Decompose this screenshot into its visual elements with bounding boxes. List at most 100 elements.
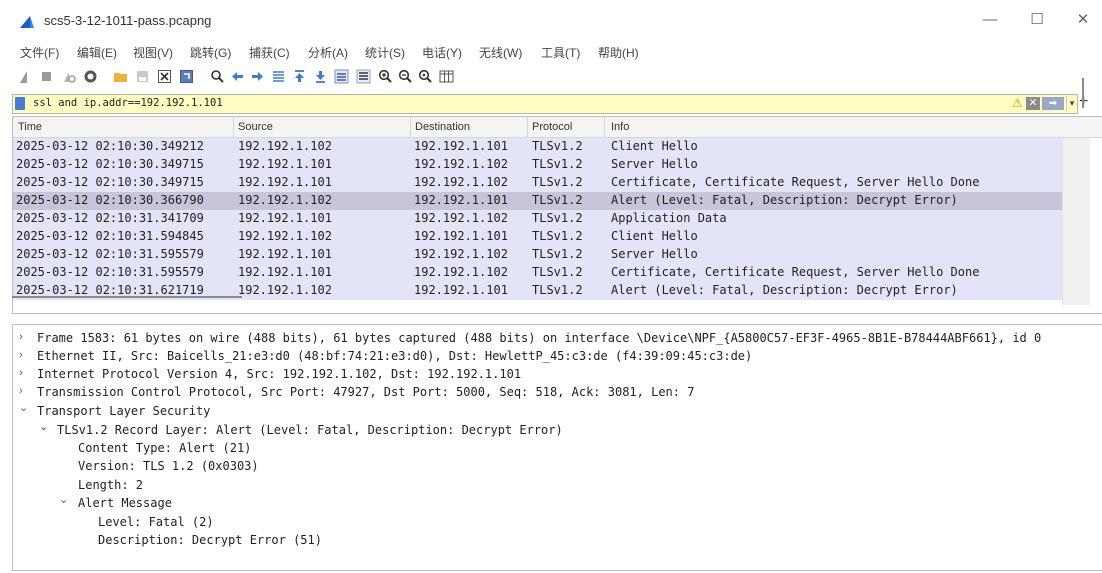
apply-filter-button[interactable]: ➡ (1042, 97, 1064, 110)
colorize-icon[interactable] (356, 69, 371, 84)
maximize-button[interactable]: ☐ (1023, 9, 1051, 31)
menu-capture[interactable]: 捕获(C) (249, 44, 290, 61)
packet-source: 192.192.1.101 (238, 247, 332, 261)
menu-analyze[interactable]: 分析(A) (308, 44, 348, 61)
tree-item-version[interactable]: Version: TLS 1.2 (0x0303) (78, 459, 259, 473)
packet-source: 192.192.1.101 (238, 211, 332, 225)
close-file-icon[interactable] (157, 69, 172, 84)
minimize-button[interactable]: — (976, 9, 1004, 31)
packet-row[interactable]: 2025-03-12 02:10:31.594845 192.192.1.102… (13, 228, 1062, 246)
expand-arrow-icon[interactable]: › (19, 349, 23, 361)
tree-item-ethernet[interactable]: Ethernet II, Src: Baicells_21:e3:d0 (48:… (37, 349, 752, 363)
last-packet-icon[interactable] (313, 69, 328, 84)
collapse-arrow-icon[interactable]: ⌄ (59, 493, 68, 506)
column-header-source[interactable]: Source (238, 121, 273, 133)
packet-destination: 192.192.1.102 (414, 175, 508, 189)
tree-item-tls[interactable]: Transport Layer Security (37, 404, 210, 418)
menu-telephony[interactable]: 电话(Y) (422, 44, 462, 61)
tree-item-tcp[interactable]: Transmission Control Protocol, Src Port:… (37, 385, 694, 399)
packet-source: 192.192.1.102 (238, 193, 332, 207)
tree-item-record-layer[interactable]: TLSv1.2 Record Layer: Alert (Level: Fata… (57, 423, 563, 437)
go-to-packet-icon[interactable] (271, 69, 286, 84)
menu-edit[interactable]: 编辑(E) (77, 44, 117, 61)
main-toolbar (0, 64, 1102, 90)
column-header-destination[interactable]: Destination (415, 121, 470, 133)
packet-source: 192.192.1.101 (238, 265, 332, 279)
tree-item-alert-message[interactable]: Alert Message (78, 496, 172, 510)
collapse-arrow-icon[interactable]: ⌄ (39, 420, 48, 433)
packet-list-header: Time Source Destination Protocol Info (13, 117, 1102, 138)
packet-protocol: TLSv1.2 (532, 229, 583, 243)
expand-arrow-icon[interactable]: › (19, 331, 23, 343)
packet-destination: 192.192.1.102 (414, 265, 508, 279)
zoom-in-icon[interactable] (378, 69, 393, 84)
first-packet-icon[interactable] (292, 69, 307, 84)
packet-protocol: TLSv1.2 (532, 265, 583, 279)
filter-history-dropdown[interactable]: ▾ (1066, 96, 1077, 111)
menu-bar: 文件(F) 编辑(E) 视图(V) 跳转(G) 捕获(C) 分析(A) 统计(S… (0, 40, 1102, 64)
tree-item-alert-level[interactable]: Level: Fatal (2) (98, 515, 214, 529)
packet-list-vertical-scrollbar[interactable] (1062, 138, 1090, 305)
resize-columns-icon[interactable] (439, 69, 454, 84)
menu-statistics[interactable]: 统计(S) (365, 44, 405, 61)
packet-source: 192.192.1.101 (238, 157, 332, 171)
restart-capture-icon[interactable] (61, 69, 76, 84)
packet-info: Alert (Level: Fatal, Description: Decryp… (611, 283, 958, 297)
packet-list-scroll-thumb[interactable] (1082, 78, 1084, 108)
menu-tools[interactable]: 工具(T) (541, 44, 580, 61)
clear-filter-button[interactable]: ✕ (1026, 97, 1040, 110)
packet-row[interactable]: 2025-03-12 02:10:31.341709 192.192.1.101… (13, 210, 1062, 228)
packet-destination: 192.192.1.101 (414, 229, 508, 243)
packet-protocol: TLSv1.2 (532, 175, 583, 189)
expand-arrow-icon[interactable]: › (19, 385, 23, 397)
packet-time: 2025-03-12 02:10:30.349715 (16, 175, 204, 189)
packet-row-selected[interactable]: 2025-03-12 02:10:30.366790 192.192.1.102… (13, 192, 1062, 210)
packet-source: 192.192.1.102 (238, 229, 332, 243)
menu-view[interactable]: 视图(V) (133, 44, 173, 61)
tree-item-length[interactable]: Length: 2 (78, 478, 143, 492)
packet-info: Application Data (611, 211, 727, 225)
go-back-icon[interactable] (230, 69, 245, 84)
packet-row[interactable]: 2025-03-12 02:10:30.349212 192.192.1.102… (13, 138, 1062, 156)
column-header-info[interactable]: Info (611, 121, 629, 133)
menu-go[interactable]: 跳转(G) (190, 44, 231, 61)
bookmark-icon[interactable] (15, 97, 25, 110)
open-file-icon[interactable] (113, 69, 128, 84)
save-file-icon[interactable] (135, 69, 150, 84)
packet-protocol: TLSv1.2 (532, 193, 583, 207)
find-packet-icon[interactable] (210, 69, 225, 84)
capture-options-icon[interactable] (83, 69, 98, 84)
reload-file-icon[interactable] (179, 69, 194, 84)
menu-file[interactable]: 文件(F) (20, 44, 59, 61)
packet-row[interactable]: 2025-03-12 02:10:30.349715 192.192.1.101… (13, 156, 1062, 174)
menu-wireless[interactable]: 无线(W) (479, 44, 522, 61)
tree-item-ip[interactable]: Internet Protocol Version 4, Src: 192.19… (37, 367, 521, 381)
packet-row[interactable]: 2025-03-12 02:10:30.349715 192.192.1.101… (13, 174, 1062, 192)
packet-list: Time Source Destination Protocol Info 20… (12, 116, 1102, 314)
packet-time: 2025-03-12 02:10:31.594845 (16, 229, 204, 243)
warning-icon: ⚠ (1012, 96, 1023, 110)
tree-item-content-type[interactable]: Content Type: Alert (21) (78, 441, 251, 455)
packet-list-horizontal-scrollbar[interactable] (12, 296, 242, 298)
packet-details-pane: › Frame 1583: 61 bytes on wire (488 bits… (12, 324, 1102, 571)
packet-time: 2025-03-12 02:10:31.341709 (16, 211, 204, 225)
normal-size-icon[interactable] (418, 69, 433, 84)
auto-scroll-icon[interactable] (334, 69, 349, 84)
column-header-time[interactable]: Time (18, 121, 42, 133)
menu-help[interactable]: 帮助(H) (598, 44, 639, 61)
stop-capture-icon[interactable] (39, 69, 54, 84)
tree-item-frame[interactable]: Frame 1583: 61 bytes on wire (488 bits),… (37, 331, 1041, 345)
packet-row[interactable]: 2025-03-12 02:10:31.595579 192.192.1.101… (13, 264, 1062, 282)
packet-time: 2025-03-12 02:10:31.595579 (16, 247, 204, 261)
zoom-out-icon[interactable] (398, 69, 413, 84)
close-button[interactable]: ✕ (1069, 9, 1097, 31)
packet-row[interactable]: 2025-03-12 02:10:31.595579 192.192.1.101… (13, 246, 1062, 264)
display-filter-input[interactable]: ssl and ip.addr==192.192.1.101 (33, 97, 223, 109)
column-header-protocol[interactable]: Protocol (532, 121, 572, 133)
tree-item-alert-description[interactable]: Description: Decrypt Error (51) (98, 533, 322, 547)
go-forward-icon[interactable] (250, 69, 265, 84)
collapse-arrow-icon[interactable]: ⌄ (19, 401, 28, 414)
start-capture-icon[interactable] (18, 69, 33, 84)
expand-arrow-icon[interactable]: › (19, 367, 23, 379)
packet-destination: 192.192.1.101 (414, 193, 508, 207)
